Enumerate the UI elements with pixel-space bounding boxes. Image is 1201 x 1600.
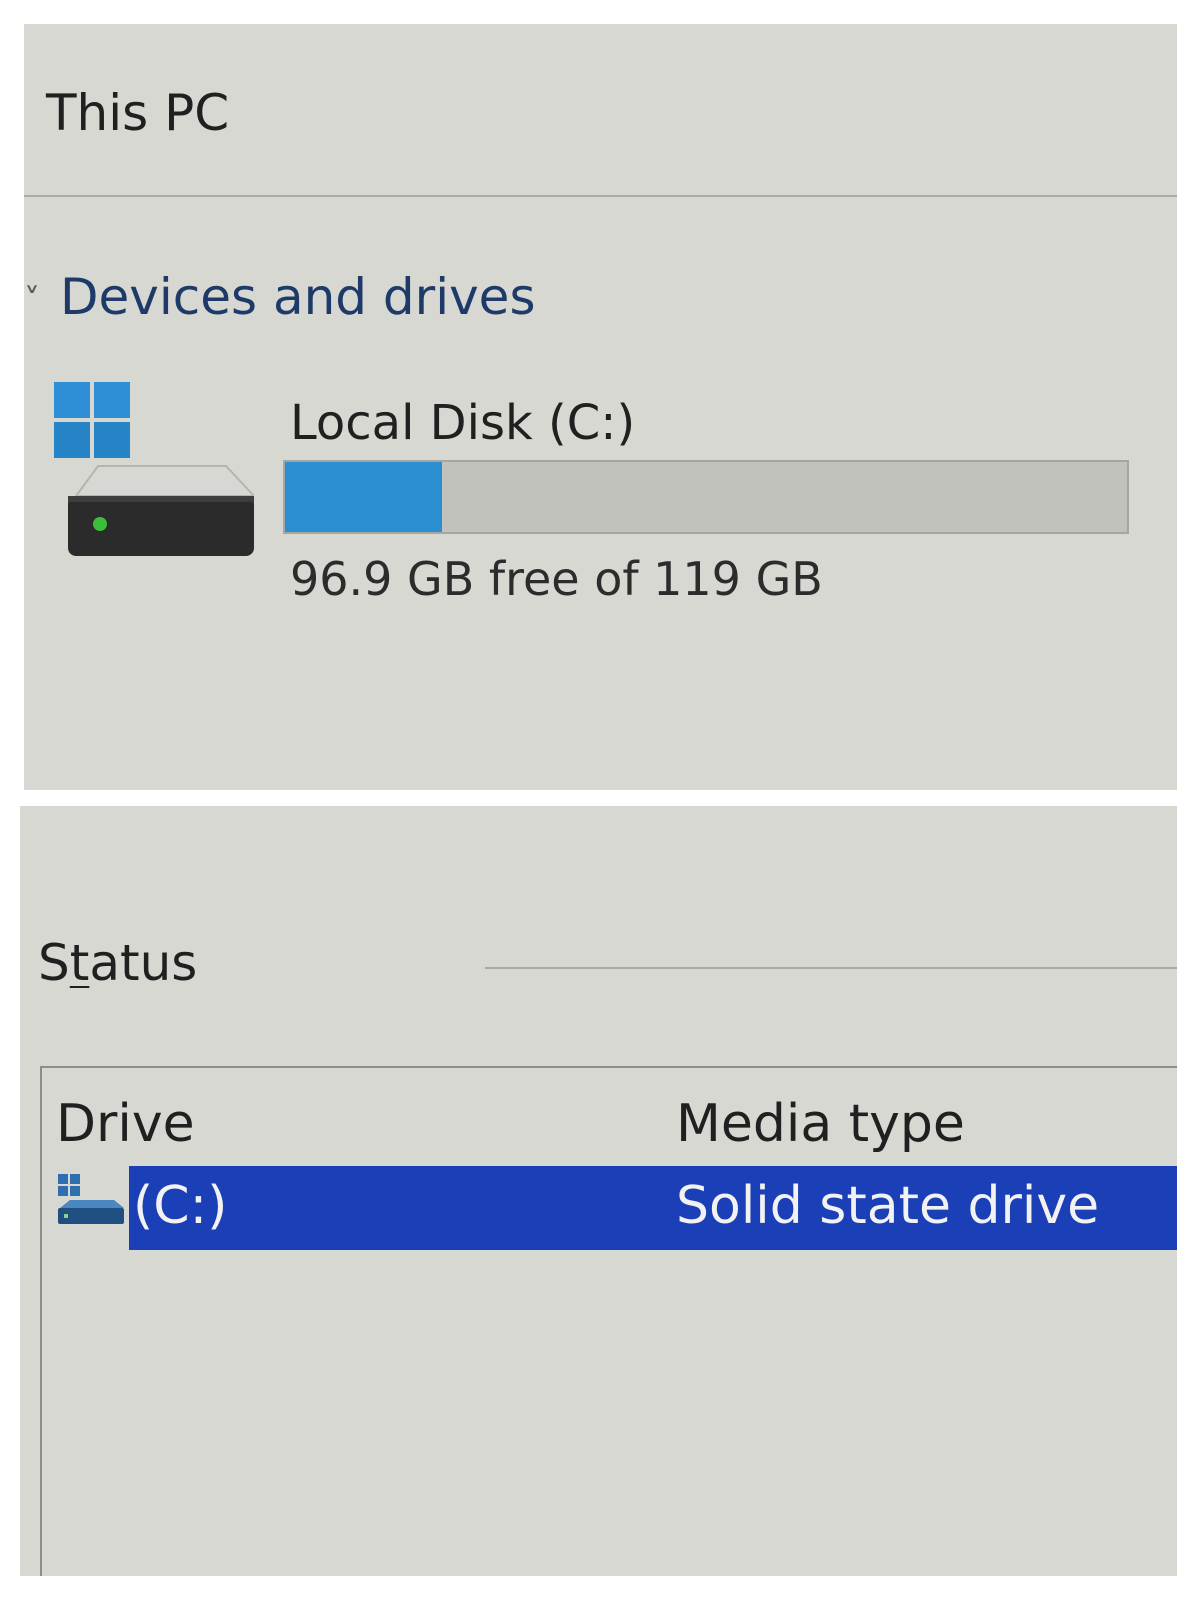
drive-icon — [58, 1174, 124, 1224]
column-header-media-type[interactable]: Media type — [676, 1098, 965, 1150]
table-row[interactable]: (C:) Solid state drive — [42, 1166, 1177, 1252]
cell-drive: (C:) — [133, 1176, 228, 1236]
optimize-drives-view: Status Drive Media type (C:) Solid state… — [20, 806, 1177, 1576]
this-pc-view: This PC ˅ Devices and drives Local Disk … — [24, 24, 1177, 790]
drives-list[interactable]: Drive Media type (C:) Solid state drive — [40, 1066, 1177, 1576]
cell-media-type: Solid state drive — [676, 1176, 1100, 1236]
storage-usage-fill — [285, 462, 442, 532]
windows-logo-icon — [54, 382, 130, 458]
chevron-down-icon[interactable]: ˅ — [24, 284, 40, 316]
drive-tile-local-disk-c[interactable]: Local Disk (C:) 96.9 GB free of 119 GB — [54, 374, 1154, 634]
page-title: This PC — [46, 84, 230, 142]
free-space-text: 96.9 GB free of 119 GB — [290, 552, 823, 606]
section-header-devices-and-drives[interactable]: Devices and drives — [60, 272, 536, 322]
cropped-text-remnant — [220, 806, 580, 812]
hard-drive-icon — [68, 465, 254, 556]
column-header-drive[interactable]: Drive — [56, 1098, 195, 1150]
status-group-rule — [485, 967, 1177, 969]
drive-name: Local Disk (C:) — [290, 395, 636, 451]
header-divider — [24, 195, 1177, 197]
storage-usage-bar — [283, 460, 1129, 534]
status-group-label: Status — [38, 934, 198, 992]
